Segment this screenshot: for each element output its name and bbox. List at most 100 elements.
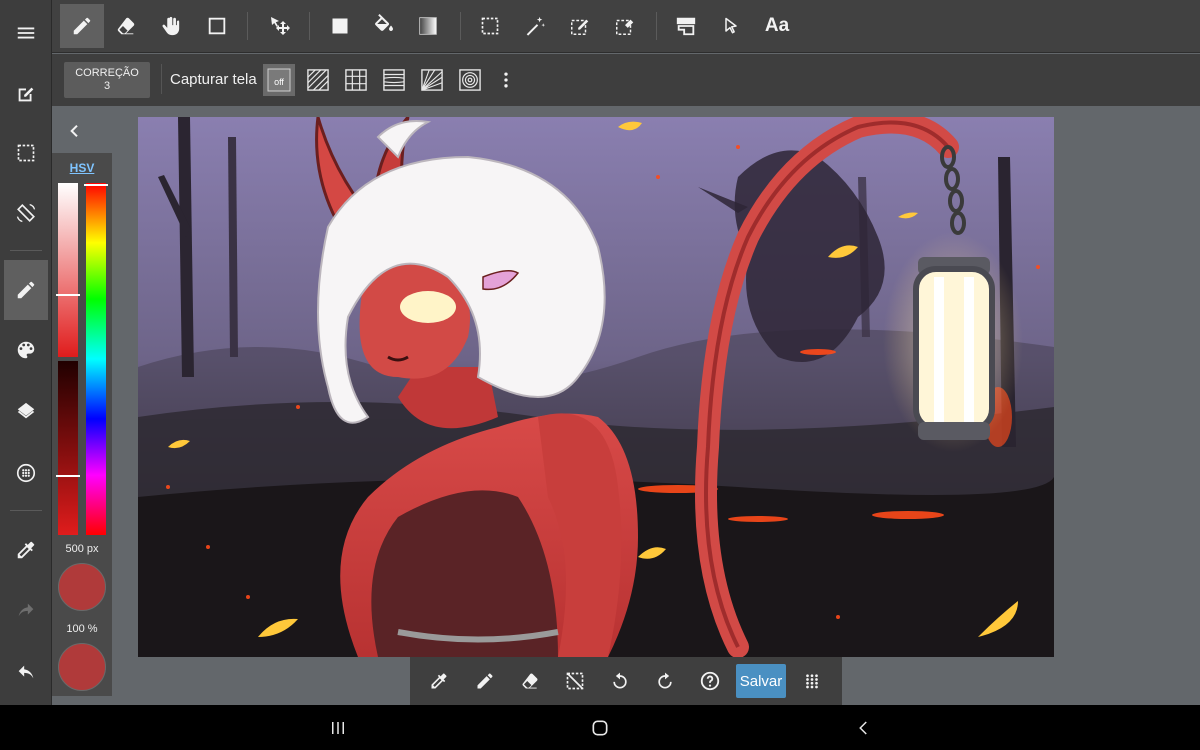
more-vert-icon <box>504 72 508 88</box>
redo-quick-button[interactable] <box>649 665 681 697</box>
eraser-icon <box>117 17 135 35</box>
pencil-icon <box>73 17 91 35</box>
materials-button[interactable] <box>4 451 48 495</box>
paint-bucket-icon <box>375 14 393 31</box>
text-tool-button[interactable]: Aa <box>755 4 799 48</box>
subbar-divider <box>161 64 162 94</box>
correction-button[interactable]: CORREÇÃO 3 <box>64 62 150 98</box>
deselect-button[interactable] <box>559 665 591 697</box>
select-pen-tool-button[interactable] <box>558 4 602 48</box>
opacity-label: 100 % <box>66 623 98 635</box>
undo-quick-button[interactable] <box>604 665 636 697</box>
snap-perspective-button[interactable] <box>378 64 410 96</box>
text-icon: Aa <box>764 15 790 36</box>
hand-tool-button[interactable] <box>148 4 192 48</box>
pen-quick-button[interactable] <box>469 665 501 697</box>
more-options-button[interactable] <box>490 64 522 96</box>
snap-parallel-button[interactable] <box>302 64 334 96</box>
toolbar-divider <box>247 12 248 40</box>
eraser-quick-button[interactable] <box>514 665 546 697</box>
top-toolbar: Aa <box>0 0 1200 53</box>
app: Aa CORREÇÃO 3 Capturar tela off HSV 500 … <box>0 0 1200 750</box>
system-nav-bar <box>0 705 1200 750</box>
fill-rect-icon <box>332 18 348 34</box>
brush-size-preview[interactable] <box>58 563 106 611</box>
gradient-tool-button[interactable] <box>406 4 450 48</box>
saturation-slider[interactable] <box>58 183 78 357</box>
snap-off-button[interactable]: off <box>263 64 295 96</box>
select-pen-icon <box>571 19 589 35</box>
fill-rect-tool-button[interactable] <box>318 4 362 48</box>
concentric-circles-icon <box>459 69 481 91</box>
transform-tool-button[interactable] <box>257 4 301 48</box>
value-marker[interactable] <box>56 475 80 477</box>
snap-circle-button[interactable] <box>454 64 486 96</box>
redo-icon <box>18 603 34 617</box>
snap-label: Capturar tela <box>170 71 257 88</box>
layer-move-icon <box>676 17 696 36</box>
select-tool-button[interactable] <box>468 4 512 48</box>
snap-grid-button[interactable] <box>340 64 372 96</box>
collapse-panel-button[interactable] <box>60 116 90 146</box>
brush-button[interactable] <box>4 260 48 320</box>
select-eraser-icon <box>616 19 634 35</box>
eyedropper-icon <box>17 541 35 559</box>
selection-button[interactable] <box>4 131 48 175</box>
current-color-swatch[interactable] <box>58 643 106 691</box>
layer-move-tool-button[interactable] <box>664 4 708 48</box>
hue-slider[interactable] <box>86 183 106 535</box>
correction-value: 3 <box>103 80 111 92</box>
screen-rotate-icon <box>16 203 36 223</box>
shape-tool-button[interactable] <box>195 4 239 48</box>
dot-grid-icon <box>16 463 36 483</box>
select-eraser-tool-button[interactable] <box>603 4 647 48</box>
menu-button[interactable] <box>4 11 48 55</box>
color-mode-toggle[interactable]: HSV <box>52 161 112 175</box>
edit-button[interactable] <box>4 72 48 116</box>
left-sidebar <box>0 0 52 705</box>
pencil-tool-button[interactable] <box>60 4 104 48</box>
home-button[interactable] <box>580 713 620 743</box>
palette-icon <box>17 341 35 359</box>
magic-wand-tool-button[interactable] <box>513 4 557 48</box>
bucket-tool-button[interactable] <box>362 4 406 48</box>
color-button[interactable] <box>4 328 48 372</box>
snap-off-text: off <box>274 77 284 87</box>
snap-radial-button[interactable] <box>416 64 448 96</box>
select-arrow-tool-button[interactable] <box>709 4 753 48</box>
eyedropper-icon <box>431 673 447 689</box>
saturation-marker[interactable] <box>56 294 80 296</box>
quick-menu-button[interactable] <box>796 665 828 697</box>
eyedropper-button[interactable] <box>4 528 48 572</box>
back-button[interactable] <box>844 713 884 743</box>
brush-size-label: 500 px <box>65 543 99 555</box>
menu-icon <box>17 27 35 39</box>
color-panel: HSV 500 px 100 % <box>52 153 112 696</box>
layers-button[interactable] <box>4 390 48 434</box>
sidebar-divider <box>10 250 42 251</box>
parallel-lines-icon <box>307 69 329 91</box>
recent-apps-button[interactable] <box>318 713 358 743</box>
home-icon <box>592 720 608 736</box>
rotate-right-icon <box>658 672 672 689</box>
help-button[interactable] <box>694 665 726 697</box>
undo-button[interactable] <box>4 650 48 694</box>
value-slider[interactable] <box>58 361 78 535</box>
eyedropper-quick-button[interactable] <box>423 665 455 697</box>
eraser-tool-button[interactable] <box>104 4 148 48</box>
save-button[interactable]: Salvar <box>736 664 786 698</box>
eraser-icon <box>522 673 538 689</box>
snap-off-icon: off <box>267 68 291 92</box>
deselect-icon <box>566 672 584 690</box>
hue-marker[interactable] <box>84 184 108 186</box>
toolbar-divider <box>656 12 657 40</box>
move-transform-icon <box>271 17 290 35</box>
select-rect-icon <box>481 17 499 35</box>
radial-lines-icon <box>421 69 443 91</box>
chevron-left-icon <box>70 124 78 138</box>
rotate-left-icon <box>613 672 627 689</box>
redo-button[interactable] <box>4 588 48 632</box>
drawing-canvas[interactable] <box>138 117 1054 657</box>
magic-wand-icon <box>526 16 546 36</box>
rotate-screen-button[interactable] <box>4 191 48 235</box>
